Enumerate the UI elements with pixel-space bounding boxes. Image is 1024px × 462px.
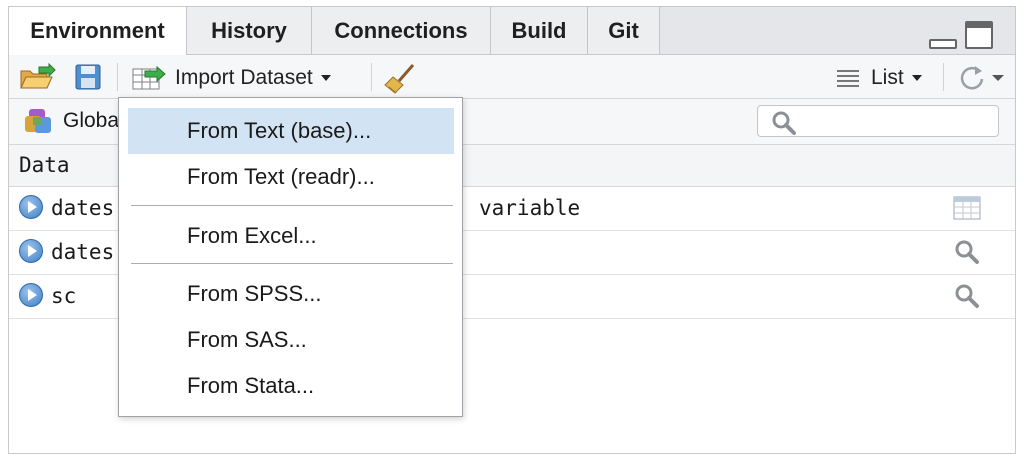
view-mode-label: List	[871, 66, 904, 89]
import-dataset-label: Import Dataset	[175, 66, 313, 89]
tab-environment[interactable]: Environment	[9, 7, 187, 55]
tab-build[interactable]: Build	[491, 7, 588, 54]
open-folder-icon[interactable]	[19, 62, 57, 91]
chevron-down-icon	[911, 75, 922, 82]
menu-separator	[131, 263, 453, 264]
grid-view-icon[interactable]	[953, 195, 981, 221]
menu-item-from-spss[interactable]: From SPSS...	[128, 271, 454, 317]
variable-name: dates	[51, 196, 115, 220]
import-dataset-menu: From Text (base)... From Text (readr)...…	[118, 97, 463, 417]
window-controls	[929, 21, 999, 49]
environment-search-field[interactable]	[757, 105, 999, 137]
tab-git[interactable]: Git	[588, 7, 660, 54]
expand-icon[interactable]	[19, 195, 43, 219]
toolbar-divider	[943, 63, 944, 91]
expand-icon[interactable]	[19, 283, 43, 307]
tab-bar: Environment History Connections Build Gi…	[9, 7, 1015, 55]
magnifier-icon[interactable]	[953, 239, 981, 265]
broom-clear-icon[interactable]	[383, 63, 419, 94]
menu-item-from-sas[interactable]: From SAS...	[128, 317, 454, 363]
chevron-down-icon	[320, 75, 331, 82]
minimize-pane-button[interactable]	[929, 39, 957, 49]
tab-history[interactable]: History	[187, 7, 312, 54]
menu-separator	[131, 205, 453, 206]
menu-item-from-stata[interactable]: From Stata...	[128, 363, 454, 409]
environment-scope-dropdown[interactable]: Global Environment	[63, 99, 121, 143]
menu-item-from-text-base[interactable]: From Text (base)...	[128, 108, 454, 154]
refresh-icon[interactable]	[957, 63, 1007, 91]
environment-icon	[23, 107, 57, 137]
tab-connections[interactable]: Connections	[312, 7, 491, 54]
menu-item-from-text-readr[interactable]: From Text (readr)...	[128, 154, 454, 200]
save-icon[interactable]	[73, 63, 103, 91]
search-icon	[770, 109, 798, 140]
magnifier-icon[interactable]	[953, 283, 981, 309]
variable-name: sc	[51, 284, 77, 308]
import-dataset-icon[interactable]	[131, 63, 171, 91]
view-mode-dropdown[interactable]: List	[871, 55, 922, 99]
list-view-icon	[835, 63, 865, 91]
maximize-pane-button[interactable]	[965, 21, 993, 49]
search-input[interactable]	[802, 110, 992, 134]
variable-name: dates	[51, 240, 115, 264]
expand-icon[interactable]	[19, 239, 43, 263]
variable-value: variable	[479, 196, 581, 220]
toolbar-divider	[371, 63, 372, 91]
toolbar-divider	[117, 63, 118, 91]
environment-toolbar: Import Dataset List	[9, 55, 1015, 99]
menu-item-from-excel[interactable]: From Excel...	[128, 213, 454, 259]
import-dataset-button[interactable]: Import Dataset	[175, 55, 331, 99]
